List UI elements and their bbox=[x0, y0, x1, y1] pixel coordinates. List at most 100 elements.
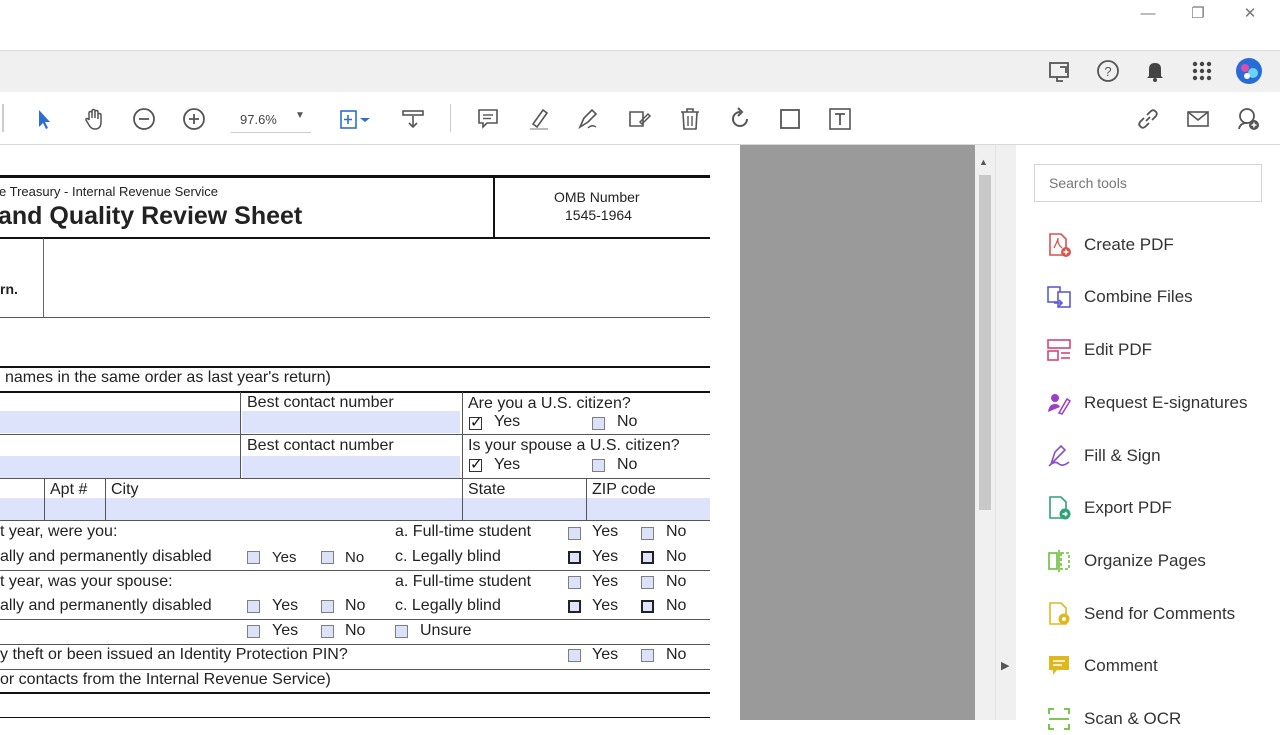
address-field[interactable] bbox=[0, 498, 710, 520]
no-label: No bbox=[666, 548, 687, 565]
edit-text-icon[interactable] bbox=[624, 104, 654, 134]
avatar[interactable] bbox=[1235, 57, 1263, 85]
zip-label: ZIP code bbox=[592, 481, 656, 498]
disabled-yes-checkbox[interactable] bbox=[247, 551, 260, 564]
yes-label: Yes bbox=[494, 456, 521, 473]
draw-pen-icon[interactable] bbox=[573, 104, 603, 134]
add-person-icon[interactable] bbox=[1233, 104, 1263, 134]
citizen-yes-checkbox[interactable] bbox=[469, 413, 483, 431]
dependent-no-checkbox[interactable] bbox=[321, 625, 334, 638]
edit-pdf-icon bbox=[1044, 335, 1074, 365]
restore-button[interactable]: ❐ bbox=[1178, 2, 1218, 24]
city-label: City bbox=[111, 481, 139, 498]
citizen-no-checkbox[interactable] bbox=[592, 417, 605, 430]
form-rule bbox=[0, 692, 710, 694]
dependent-yes-checkbox[interactable] bbox=[247, 625, 260, 638]
zoom-in-icon[interactable] bbox=[179, 104, 209, 134]
form-rule bbox=[0, 366, 710, 368]
form-rule bbox=[0, 317, 710, 318]
spouse-citizen-no-checkbox[interactable] bbox=[592, 459, 605, 472]
document-viewport[interactable]: e Treasury - Internal Revenue Service an… bbox=[0, 145, 975, 720]
zoom-dropdown-chevron-icon[interactable]: ▼ bbox=[295, 110, 305, 121]
no-label: No bbox=[345, 597, 366, 614]
search-tools-input[interactable] bbox=[1034, 164, 1262, 202]
minimize-button[interactable]: — bbox=[1128, 2, 1168, 24]
was-spouse-label: t year, was your spouse: bbox=[0, 573, 173, 590]
toolbar-divider bbox=[2, 104, 4, 132]
no-label: No bbox=[666, 573, 687, 590]
were-you-label: t year, were you: bbox=[0, 523, 118, 540]
hand-tool-icon[interactable] bbox=[79, 104, 109, 134]
tool-create-pdf[interactable]: Create PDF bbox=[1044, 229, 1274, 261]
spouse-disabled-no-checkbox[interactable] bbox=[321, 600, 334, 613]
full-time-label: a. Full-time student bbox=[395, 573, 532, 590]
close-button[interactable]: ✕ bbox=[1230, 2, 1270, 24]
spouse-full-time-no-checkbox[interactable] bbox=[641, 576, 654, 589]
top-bar: ? bbox=[0, 50, 1280, 93]
tool-comment[interactable]: Comment bbox=[1044, 650, 1274, 682]
spouse-citizen-yes-checkbox[interactable] bbox=[469, 455, 483, 473]
add-comment-icon[interactable] bbox=[473, 104, 503, 134]
form-rule bbox=[43, 238, 44, 317]
apps-grid-icon[interactable] bbox=[1188, 57, 1216, 85]
full-time-yes-checkbox[interactable] bbox=[568, 527, 581, 540]
rectangle-icon[interactable] bbox=[775, 104, 805, 134]
spouse-disabled-yes-checkbox[interactable] bbox=[247, 600, 260, 613]
form-rule bbox=[0, 570, 710, 571]
spouse-contact-number-field[interactable] bbox=[242, 456, 460, 478]
spouse-full-time-yes-checkbox[interactable] bbox=[568, 576, 581, 589]
select-tool-icon[interactable] bbox=[29, 104, 59, 134]
tool-label: Fill & Sign bbox=[1084, 446, 1161, 465]
scroll-up-icon[interactable]: ▲ bbox=[979, 157, 988, 167]
blind-no-checkbox[interactable] bbox=[641, 551, 654, 564]
tool-label: Scan & OCR bbox=[1084, 709, 1182, 728]
text-box-icon[interactable] bbox=[825, 104, 855, 134]
contact-number-field[interactable] bbox=[242, 411, 460, 433]
tool-scan-ocr[interactable]: Scan & OCR bbox=[1044, 703, 1274, 735]
tool-combine-files[interactable]: Combine Files bbox=[1044, 281, 1274, 313]
form-agency: e Treasury - Internal Revenue Service bbox=[0, 184, 218, 199]
best-contact-label: Best contact number bbox=[247, 394, 394, 411]
tool-organize-pages[interactable]: Organize Pages bbox=[1044, 545, 1274, 577]
disabled-no-checkbox[interactable] bbox=[321, 551, 334, 564]
rotate-icon[interactable] bbox=[725, 104, 755, 134]
tool-request-e-signatures[interactable]: Request E-signatures bbox=[1044, 387, 1274, 419]
identity-yes-checkbox[interactable] bbox=[568, 649, 581, 662]
form-rule bbox=[0, 644, 710, 645]
tool-fill-sign[interactable]: Fill & Sign bbox=[1044, 440, 1274, 472]
scrollbar-thumb[interactable] bbox=[979, 175, 991, 510]
blind-yes-checkbox[interactable] bbox=[568, 551, 581, 564]
delete-icon[interactable] bbox=[675, 104, 705, 134]
best-contact-label: Best contact number bbox=[247, 437, 394, 454]
tool-edit-pdf[interactable]: Edit PDF bbox=[1044, 334, 1274, 366]
identity-no-checkbox[interactable] bbox=[641, 649, 654, 662]
help-icon[interactable]: ? bbox=[1094, 57, 1122, 85]
collapse-pane-icon[interactable]: ▶ bbox=[1001, 659, 1009, 672]
unsure-label: Unsure bbox=[420, 622, 472, 639]
zoom-out-icon[interactable] bbox=[129, 104, 159, 134]
dependent-unsure-checkbox[interactable] bbox=[395, 625, 408, 638]
full-time-no-checkbox[interactable] bbox=[641, 527, 654, 540]
spouse-name-field[interactable] bbox=[0, 456, 240, 478]
form-rule bbox=[105, 479, 106, 520]
link-icon[interactable] bbox=[1133, 104, 1163, 134]
pane-splitter[interactable]: ▶ bbox=[995, 145, 1016, 720]
scroll-mode-icon[interactable] bbox=[398, 104, 428, 134]
zoom-level-field[interactable]: 97.6% ▼ bbox=[231, 106, 311, 133]
fit-dropdown-chevron-icon[interactable] bbox=[357, 104, 373, 134]
tool-export-pdf[interactable]: Export PDF bbox=[1044, 492, 1274, 524]
email-icon[interactable] bbox=[1183, 104, 1213, 134]
form-rule bbox=[44, 479, 45, 520]
form-rule bbox=[0, 520, 710, 521]
yes-label: Yes bbox=[592, 597, 619, 614]
tool-send-for-comments[interactable]: Send for Comments bbox=[1044, 598, 1274, 630]
no-label: No bbox=[345, 622, 366, 639]
notifications-bell-icon[interactable] bbox=[1141, 57, 1169, 85]
highlight-icon[interactable] bbox=[524, 104, 554, 134]
name-field[interactable] bbox=[0, 411, 240, 433]
spouse-blind-yes-checkbox[interactable] bbox=[568, 600, 581, 613]
pdf-page: e Treasury - Internal Revenue Service an… bbox=[0, 145, 740, 720]
share-screen-icon[interactable] bbox=[1046, 57, 1074, 85]
form-rule bbox=[462, 392, 463, 478]
spouse-blind-no-checkbox[interactable] bbox=[641, 600, 654, 613]
